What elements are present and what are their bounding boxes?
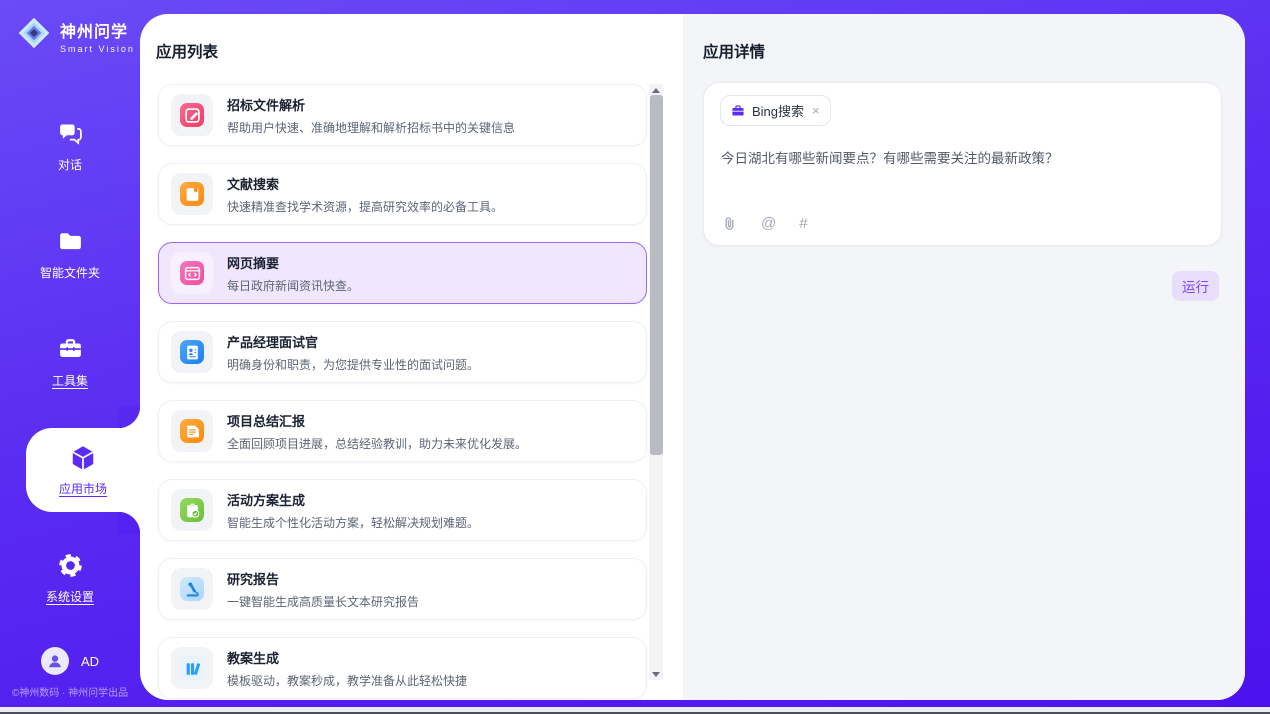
cube-icon: [69, 444, 97, 472]
brand-logo: 神州问学 Smart Vision: [16, 15, 135, 56]
briefcase-icon: [731, 104, 745, 118]
app-icon-box: [171, 94, 213, 136]
app-card[interactable]: 网页摘要每日政府新闻资讯快查。: [158, 242, 647, 304]
gear-icon: [56, 552, 84, 580]
toolbox-icon: [56, 336, 84, 364]
composer-card[interactable]: Bing搜索 × 今日湖北有哪些新闻要点？有哪些需要关注的最新政策？ @ #: [703, 82, 1222, 246]
app-icon-box: [171, 173, 213, 215]
brand-tagline: Smart Vision: [60, 44, 135, 54]
app-card-name: 研究报告: [227, 569, 419, 588]
note-icon: [180, 419, 204, 443]
app-card-desc: 快速精准查找学术资源，提高研究效率的必备工具。: [227, 198, 503, 215]
main-content: 应用列表 招标文件解析帮助用户快速、准确地理解和解析招标书中的关键信息文献搜索快…: [140, 14, 1245, 700]
user-row[interactable]: AD: [0, 647, 140, 675]
app-card[interactable]: 产品经理面试官明确身份和职责，为您提供专业性的面试问题。: [158, 321, 647, 383]
chat-icon: [56, 120, 84, 148]
sidebar-item-label: 工具集: [52, 372, 88, 389]
sidebar-item-label: 智能文件夹: [40, 264, 100, 281]
at-mention-icon[interactable]: @: [761, 215, 776, 232]
app-card-desc: 帮助用户快速、准确地理解和解析招标书中的关键信息: [227, 119, 515, 136]
hash-tag-icon[interactable]: #: [799, 215, 807, 232]
app-card-desc: 一键智能生成高质量长文本研究报告: [227, 593, 419, 610]
doc-edit-icon: [180, 103, 204, 127]
sidebar-item-folders[interactable]: 智能文件夹: [0, 212, 140, 296]
diamond-logo-icon: [16, 15, 52, 56]
avatar: [41, 647, 69, 675]
chip-close-icon[interactable]: ×: [812, 103, 820, 118]
bottom-strip: [0, 707, 1270, 714]
app-card[interactable]: 教案生成模板驱动，教案秒成，教学准备从此轻松快捷: [158, 637, 647, 699]
scrollbar-thumb[interactable]: [650, 95, 663, 455]
app-window: 神州问学 Smart Vision 对话智能文件夹工具集应用市场系统设置 AD …: [0, 0, 1270, 714]
resume-icon: [180, 340, 204, 364]
app-icon-box: [171, 489, 213, 531]
book-icon: [180, 182, 204, 206]
app-card-name: 活动方案生成: [227, 490, 479, 509]
app-list-scrollbar[interactable]: [649, 84, 663, 680]
brand-name: 神州问学: [60, 18, 135, 42]
app-card-name: 招标文件解析: [227, 95, 515, 114]
app-detail-panel: 应用详情 Bing搜索 × 今日湖北有哪些新闻要点？有哪些需要关注的最新政策？: [683, 14, 1245, 700]
microscope-icon: [180, 577, 204, 601]
app-card-desc: 明确身份和职责，为您提供专业性的面试问题。: [227, 356, 479, 373]
app-card-desc: 每日政府新闻资讯快查。: [227, 277, 359, 294]
app-card-desc: 模板驱动，教案秒成，教学准备从此轻松快捷: [227, 672, 467, 689]
sidebar-item-label: 对话: [58, 156, 82, 173]
app-list-title: 应用列表: [156, 40, 218, 62]
run-button[interactable]: 运行: [1172, 271, 1219, 301]
app-card-desc: 智能生成个性化活动方案，轻松解决规划难题。: [227, 514, 479, 531]
app-card-name: 文献搜索: [227, 174, 503, 193]
app-icon-box: [171, 568, 213, 610]
composer-toolbar: @ #: [721, 215, 808, 232]
app-card-name: 教案生成: [227, 648, 467, 667]
clipboard-check-icon: [180, 498, 204, 522]
app-detail-title: 应用详情: [703, 40, 765, 62]
app-icon-box: [171, 647, 213, 689]
app-card[interactable]: 项目总结汇报全面回顾项目进展，总结经验教训，助力未来优化发展。: [158, 400, 647, 462]
tool-chip-bing-search[interactable]: Bing搜索 ×: [720, 95, 831, 126]
app-icon-box: [171, 252, 213, 294]
sidebar-item-market[interactable]: 应用市场: [26, 428, 140, 512]
query-input[interactable]: 今日湖北有哪些新闻要点？有哪些需要关注的最新政策？: [721, 149, 1205, 169]
app-card-name: 产品经理面试官: [227, 332, 479, 351]
app-card[interactable]: 文献搜索快速精准查找学术资源，提高研究效率的必备工具。: [158, 163, 647, 225]
app-card-desc: 全面回顾项目进展，总结经验教训，助力未来优化发展。: [227, 435, 527, 452]
app-icon-box: [171, 331, 213, 373]
sidebar-footer: ©神州数码 · 神州问学出品: [0, 684, 140, 699]
app-icon-box: [171, 410, 213, 452]
sidebar: 神州问学 Smart Vision 对话智能文件夹工具集应用市场系统设置 AD …: [0, 0, 140, 707]
books-icon: [180, 656, 204, 680]
app-card[interactable]: 研究报告一键智能生成高质量长文本研究报告: [158, 558, 647, 620]
sidebar-item-chat[interactable]: 对话: [0, 104, 140, 188]
user-initials: AD: [81, 654, 99, 669]
sidebar-item-label: 系统设置: [46, 588, 94, 605]
scroll-down-arrow[interactable]: [649, 668, 663, 680]
app-card-name: 网页摘要: [227, 253, 359, 272]
sidebar-item-label: 应用市场: [59, 480, 107, 497]
sidebar-item-tools[interactable]: 工具集: [0, 320, 140, 404]
app-card-name: 项目总结汇报: [227, 411, 527, 430]
app-list: 招标文件解析帮助用户快速、准确地理解和解析招标书中的关键信息文献搜索快速精准查找…: [158, 84, 647, 700]
web-code-icon: [180, 261, 204, 285]
tool-chip-label: Bing搜索: [752, 101, 804, 120]
paperclip-icon[interactable]: [721, 215, 738, 232]
app-card[interactable]: 活动方案生成智能生成个性化活动方案，轻松解决规划难题。: [158, 479, 647, 541]
app-card[interactable]: 招标文件解析帮助用户快速、准确地理解和解析招标书中的关键信息: [158, 84, 647, 146]
sidebar-item-settings[interactable]: 系统设置: [0, 536, 140, 620]
folder-icon: [56, 228, 84, 256]
